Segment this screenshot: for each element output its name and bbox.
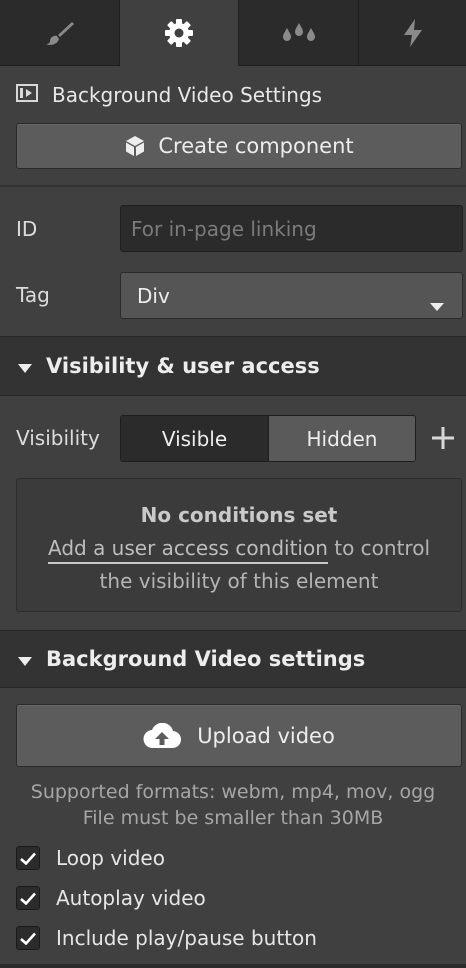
autoplay-video-checkbox[interactable] [16, 886, 40, 910]
element-title-row: Background Video Settings [16, 80, 322, 110]
create-component-label: Create component [158, 134, 354, 158]
loop-video-label: Loop video [56, 846, 165, 870]
gear-icon [163, 17, 195, 49]
create-component-button[interactable]: Create component [16, 123, 462, 169]
visibility-visible-option[interactable]: Visible [121, 416, 268, 461]
loop-video-option[interactable]: Loop video [16, 844, 165, 872]
supported-formats-text: Supported formats: webm, mp4, mov, ogg [30, 781, 436, 803]
conditions-title: No conditions set [140, 503, 338, 527]
tag-value: Div [137, 283, 170, 308]
upload-video-label: Upload video [197, 723, 335, 748]
chevron-down-icon [430, 292, 444, 316]
visibility-toggle: Visible Hidden [120, 415, 416, 462]
conditions-text-line1: Add a user access condition to control [17, 536, 461, 564]
visibility-section-title: Visibility & user access [46, 354, 320, 378]
id-placeholder: For in-page linking [131, 216, 317, 241]
play-pause-button-label: Include play/pause button [56, 926, 317, 950]
element-title: Background Video Settings [52, 83, 323, 107]
visibility-label: Visibility [16, 426, 100, 450]
lightning-icon [402, 18, 424, 47]
tab-interactions[interactable] [239, 0, 359, 66]
video-section-header[interactable]: Background Video settings [0, 630, 466, 688]
caret-down-icon [18, 354, 32, 378]
video-section-title: Background Video settings [46, 647, 366, 671]
brush-icon [45, 20, 75, 46]
add-user-access-condition-link[interactable]: Add a user access condition [47, 536, 328, 564]
caret-down-icon [18, 647, 32, 671]
tag-label: Tag [16, 283, 50, 307]
autoplay-video-label: Autoplay video [56, 886, 206, 910]
checkmark-icon [20, 926, 36, 950]
play-pause-button-option[interactable]: Include play/pause button [16, 924, 317, 952]
tab-settings[interactable] [120, 0, 239, 66]
drops-icon [281, 22, 317, 44]
id-field[interactable]: For in-page linking [120, 205, 463, 252]
loop-video-checkbox[interactable] [16, 846, 40, 870]
tab-lightning[interactable] [359, 0, 466, 66]
checkmark-icon [20, 886, 36, 910]
divider [0, 185, 466, 187]
cloud-upload-icon [143, 722, 182, 749]
visibility-section-header[interactable]: Visibility & user access [0, 336, 466, 396]
conditions-text-after-link: to control [334, 536, 431, 560]
id-label: ID [16, 217, 38, 241]
panel-tab-bar [0, 0, 466, 66]
tag-select[interactable]: Div [120, 272, 463, 319]
conditions-box: No conditions set Add a user access cond… [16, 478, 462, 612]
file-size-text: File must be smaller than 30MB [82, 807, 384, 829]
video-element-icon [16, 83, 38, 107]
conditions-text-line2: the visibility of this element [99, 569, 379, 593]
tab-style[interactable] [0, 0, 120, 66]
autoplay-video-option[interactable]: Autoplay video [16, 884, 206, 912]
play-pause-button-checkbox[interactable] [16, 926, 40, 950]
visibility-hidden-option[interactable]: Hidden [268, 416, 415, 461]
checkmark-icon [20, 846, 36, 870]
bottom-divider [0, 964, 466, 968]
add-condition-plus-icon[interactable] [432, 427, 454, 454]
upload-video-button[interactable]: Upload video [16, 704, 462, 767]
component-icon [124, 135, 146, 157]
